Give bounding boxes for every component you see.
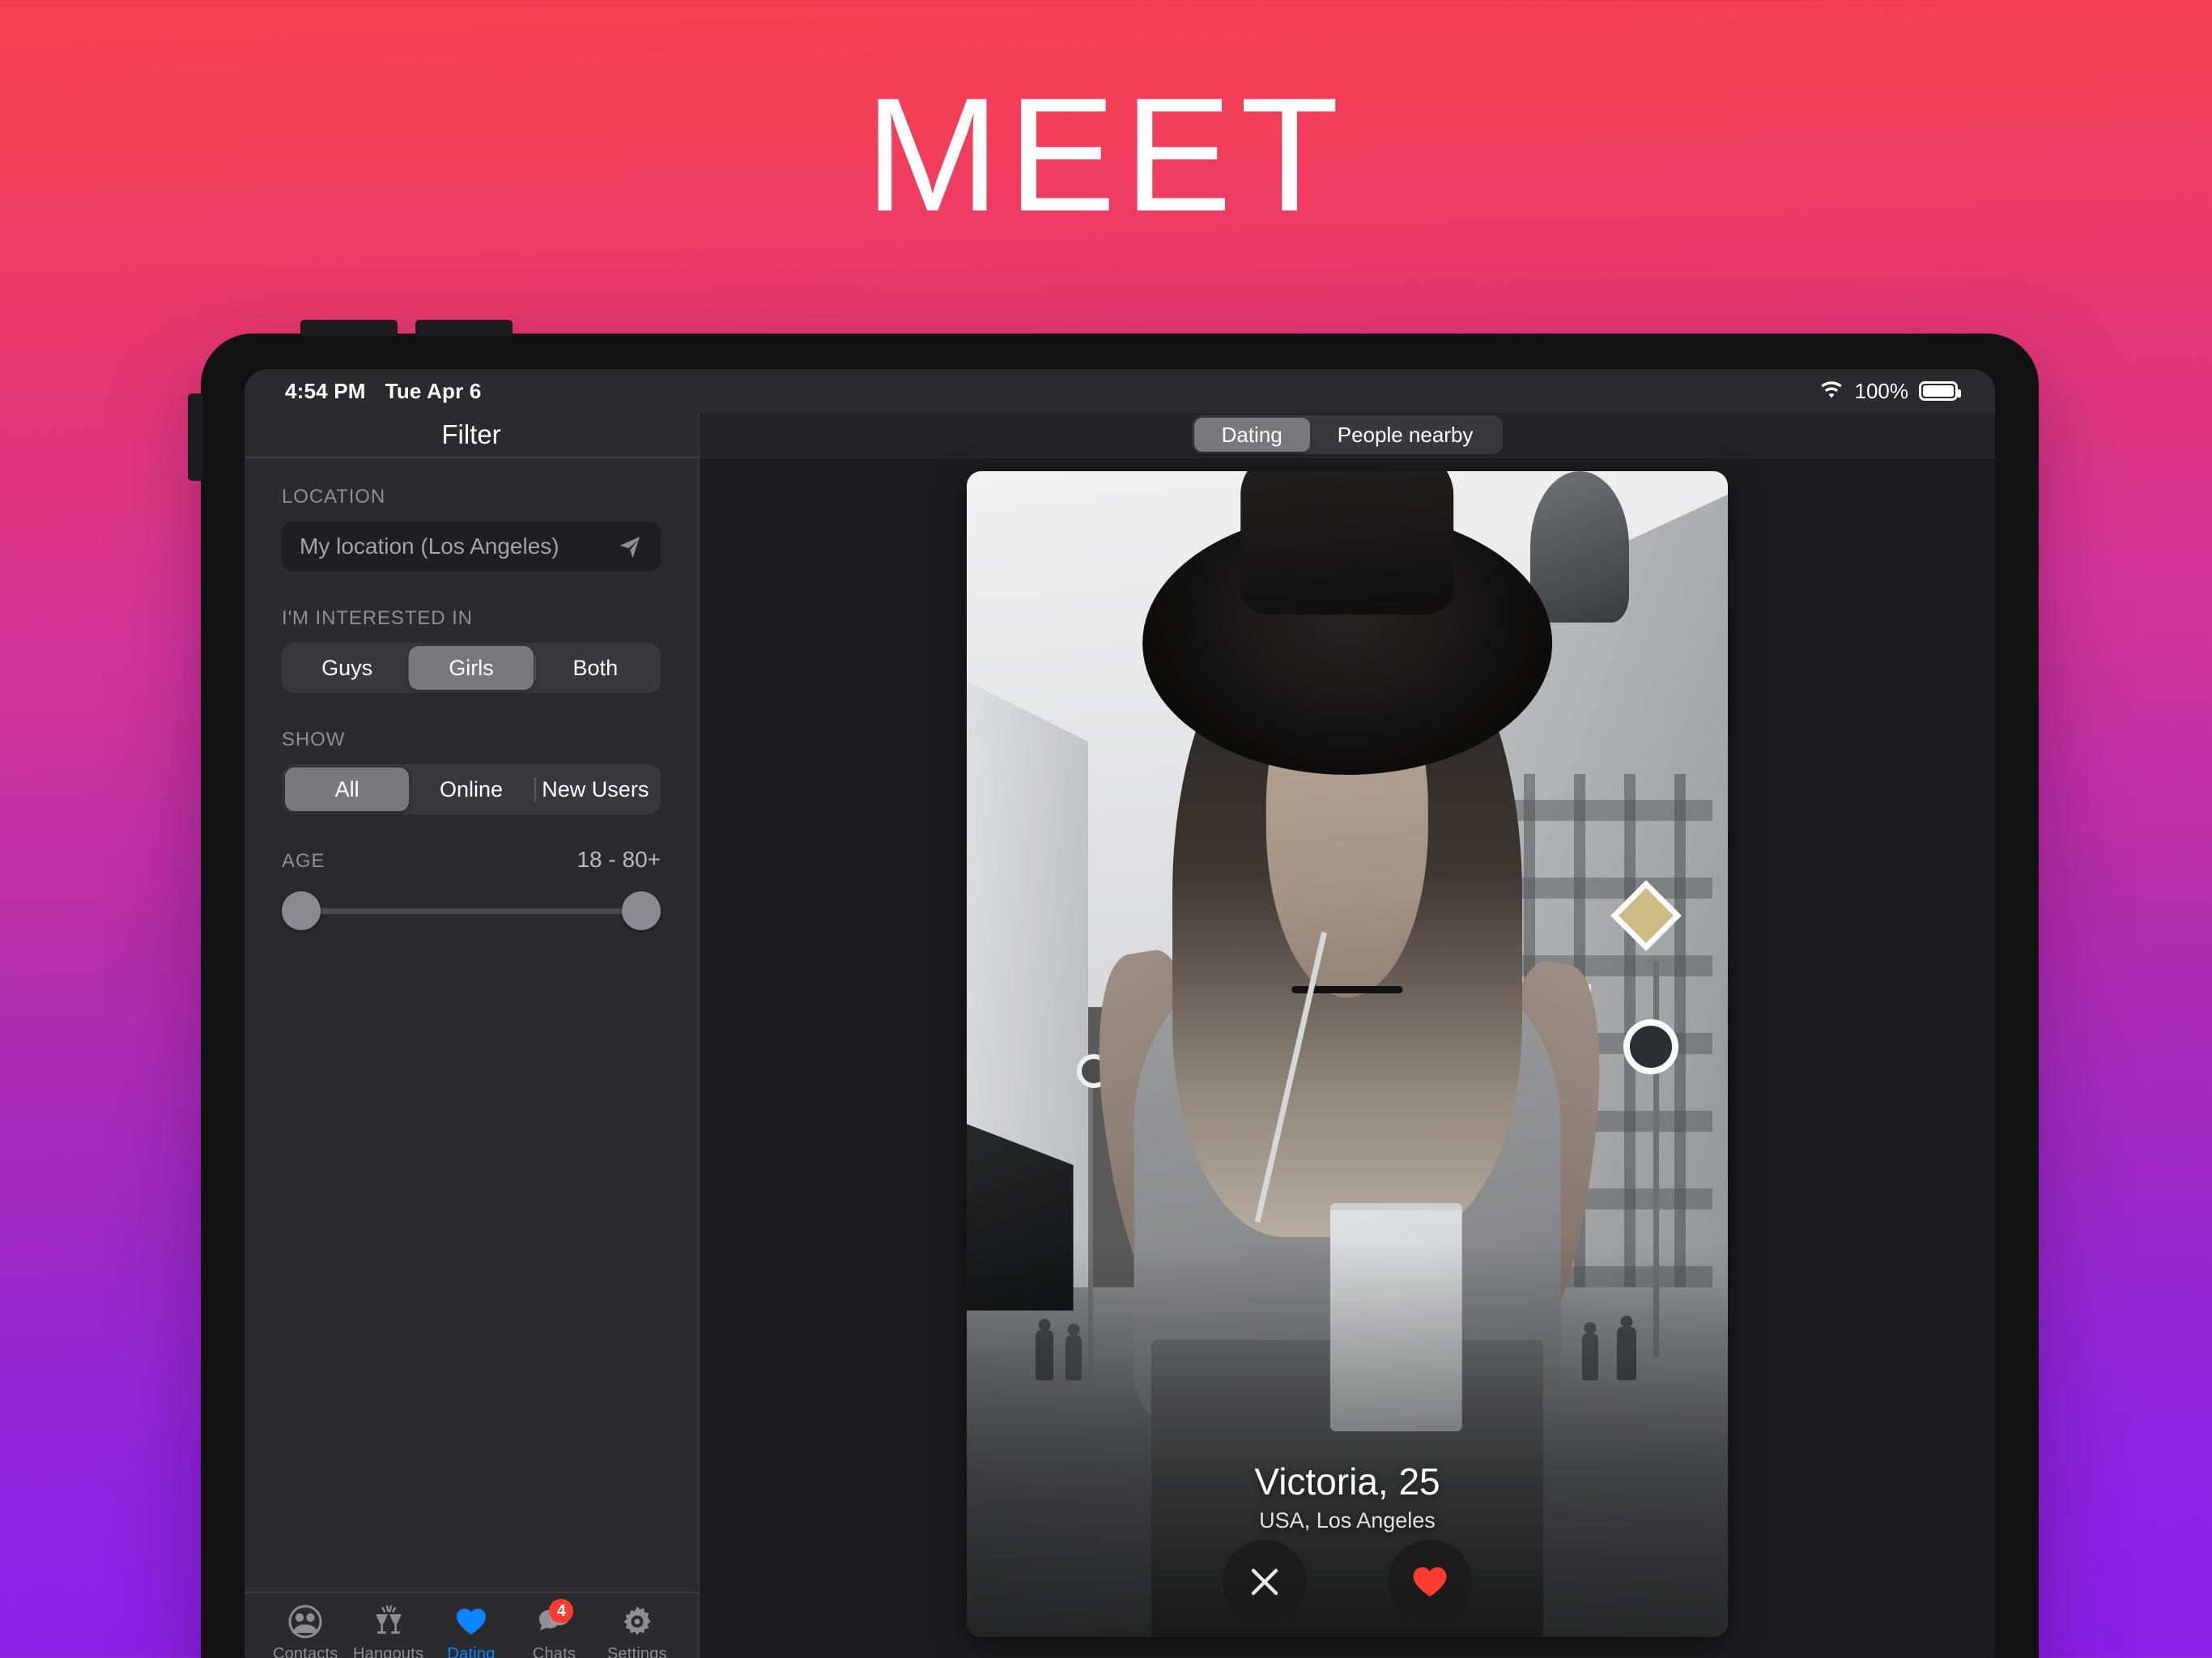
profile-location: USA, Los Angeles [967,1508,1728,1533]
tab-label-contacts: Contacts [273,1645,338,1658]
show-section: SHOW All Online New Users [282,729,661,814]
slider-track [282,908,661,914]
tab-chats[interactable]: 4 Chats [513,1604,595,1658]
show-segmented-control[interactable]: All Online New Users [282,764,661,814]
power-button[interactable] [188,393,202,481]
app-body: Filter LOCATION My location (Los Angeles… [245,413,1995,1658]
age-value: 18 - 80+ [576,847,661,873]
heart-icon [1410,1562,1450,1602]
segment-online[interactable]: Online [409,767,533,811]
like-button[interactable] [1388,1540,1472,1624]
tab-label-dating: Dating [448,1645,496,1658]
location-label: LOCATION [282,486,661,508]
wifi-icon [1819,381,1844,401]
segment-dating[interactable]: Dating [1194,418,1310,452]
battery-icon [1919,381,1958,401]
status-bar-left: 4:54 PM Tue Apr 6 [285,379,482,404]
photo-direction-sign [1623,1019,1678,1074]
close-x-icon [1246,1563,1283,1601]
battery-percent-label: 100% [1855,379,1909,404]
tab-hangouts[interactable]: Hangouts [347,1604,429,1658]
filter-title: Filter [441,419,500,450]
dismiss-button[interactable] [1223,1540,1307,1624]
age-label: AGE [282,850,325,873]
tab-settings[interactable]: Settings [596,1604,678,1658]
location-value: My location (Los Angeles) [300,534,559,559]
volume-up-button[interactable] [300,320,398,336]
main-panel: Dating People nearby [700,413,1995,1658]
chats-icon: 4 [536,1604,572,1639]
tab-label-hangouts: Hangouts [353,1645,423,1658]
interested-in-segmented-control[interactable]: Guys Girls Both [282,643,661,693]
heart-icon [453,1604,489,1639]
photo-subject-hat-crown [1240,471,1453,614]
segment-girls[interactable]: Girls [409,646,533,690]
navigation-arrow-icon[interactable] [617,534,643,559]
home-indicator-area [700,1650,1995,1658]
filter-sidebar: Filter LOCATION My location (Los Angeles… [245,413,700,1658]
age-header-row: AGE 18 - 80+ [282,847,661,873]
interested-in-section: I'M INTERESTED IN Guys Girls Both [282,607,661,693]
slider-handle-min[interactable] [282,891,321,930]
profile-card[interactable]: Victoria, 25 USA, Los Angeles [967,471,1728,1637]
gear-icon [619,1604,655,1639]
mode-segmented-control[interactable]: Dating People nearby [1192,415,1504,454]
page-title: MEET [0,74,2212,236]
status-bar-right: 100% [1819,379,1959,404]
dating-deck: Victoria, 25 USA, Los Angeles [700,458,1995,1650]
segment-people-nearby[interactable]: People nearby [1310,418,1501,452]
tab-label-settings: Settings [607,1645,667,1658]
tab-label-chats: Chats [533,1645,576,1658]
main-header: Dating People nearby [700,413,1995,458]
location-section: LOCATION My location (Los Angeles) [282,486,661,572]
profile-name: Victoria, 25 [967,1460,1728,1503]
tablet-device: 4:54 PM Tue Apr 6 100% Filter [201,334,2039,1658]
segment-all[interactable]: All [285,767,409,811]
filter-form: LOCATION My location (Los Angeles) I'M I… [245,458,698,1592]
battery-fill [1923,385,1954,397]
age-range-slider[interactable] [282,891,661,931]
tab-dating[interactable]: Dating [430,1604,513,1658]
profile-actions [967,1540,1728,1624]
age-section: AGE 18 - 80+ [282,847,661,931]
status-time: 4:54 PM [285,379,366,404]
status-bar: 4:54 PM Tue Apr 6 100% [245,369,1995,413]
contacts-icon [287,1604,323,1639]
status-date: Tue Apr 6 [385,379,482,404]
tab-contacts[interactable]: Contacts [264,1604,347,1658]
segment-guys[interactable]: Guys [285,646,409,690]
hangouts-icon [371,1604,406,1639]
show-label: SHOW [282,729,661,751]
sidebar-header: Filter [245,413,698,458]
interested-in-label: I'M INTERESTED IN [282,607,661,630]
location-input[interactable]: My location (Los Angeles) [282,521,661,572]
slider-handle-max[interactable] [622,891,661,930]
segment-new-users[interactable]: New Users [534,767,657,811]
tablet-screen: 4:54 PM Tue Apr 6 100% Filter [245,369,1995,1658]
bottom-tab-bar: Contacts [245,1592,698,1658]
volume-down-button[interactable] [415,320,513,336]
segment-both[interactable]: Both [534,646,657,690]
profile-info: Victoria, 25 USA, Los Angeles [967,1460,1728,1533]
